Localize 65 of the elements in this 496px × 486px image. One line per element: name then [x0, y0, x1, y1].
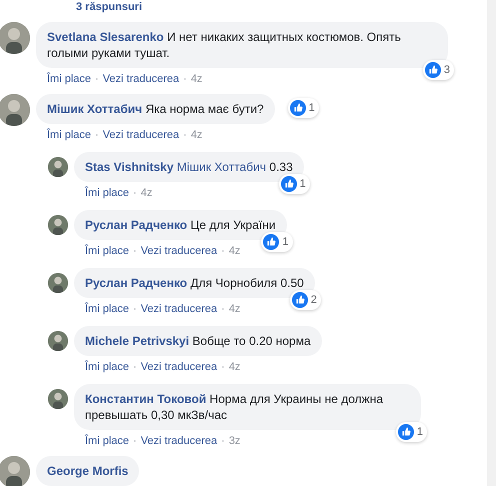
action-link[interactable]: Vezi traducerea: [140, 435, 218, 448]
timestamp: 4z: [190, 73, 202, 86]
action-link[interactable]: Vezi traducerea: [140, 361, 218, 374]
separator: ·: [133, 435, 137, 448]
action-link[interactable]: Îmi place: [85, 187, 130, 200]
timestamp: 4z: [228, 245, 240, 258]
reaction-count[interactable]: 1: [278, 174, 310, 194]
reaction-count[interactable]: 2: [290, 290, 321, 310]
comment-text: Мішик Хоттабич Яка норма має бути?: [36, 94, 275, 124]
action-link[interactable]: Îmi place: [85, 303, 130, 316]
avatar[interactable]: [48, 215, 68, 235]
reaction-count[interactable]: 3: [422, 60, 454, 80]
avatar[interactable]: [0, 94, 30, 126]
separator: ·: [221, 361, 225, 374]
separator: ·: [133, 303, 137, 316]
separator: ·: [133, 361, 137, 374]
action-link[interactable]: Vezi traducerea: [140, 303, 218, 316]
thumbs-up-icon: [280, 176, 297, 192]
avatar[interactable]: [48, 389, 68, 409]
action-link[interactable]: Îmi place: [85, 435, 130, 448]
author-link[interactable]: Мішик Хоттабич: [47, 102, 142, 116]
action-link[interactable]: Îmi place: [85, 245, 130, 258]
author-link[interactable]: Svetlana Slesarenko: [47, 30, 164, 44]
separator: ·: [95, 129, 99, 142]
separator: ·: [221, 303, 225, 316]
comment-text: Michele Petrivskyi Вобще то 0.20 норма: [74, 326, 322, 356]
author-link[interactable]: Константин Токовой: [85, 392, 206, 406]
separator: ·: [183, 73, 187, 86]
separator: ·: [133, 187, 137, 200]
thumbs-up-icon: [290, 100, 306, 116]
action-link[interactable]: Îmi place: [85, 361, 130, 374]
action-link[interactable]: Vezi traducerea: [140, 245, 218, 258]
author-link[interactable]: Руслан Радченко: [85, 276, 188, 290]
replies-link[interactable]: 3 răspunsuri: [76, 1, 142, 14]
avatar[interactable]: [48, 273, 68, 293]
action-link[interactable]: Vezi traducerea: [102, 73, 180, 86]
action-link[interactable]: Îmi place: [47, 73, 92, 86]
author-link[interactable]: George Morfis: [47, 464, 128, 478]
avatar[interactable]: [48, 331, 68, 351]
separator: ·: [95, 73, 99, 86]
timestamp: 4z: [140, 187, 152, 200]
separator: ·: [221, 245, 225, 258]
thumbs-up-icon: [424, 62, 441, 78]
reaction-count[interactable]: 1: [288, 98, 319, 118]
reaction-count[interactable]: 1: [396, 422, 427, 442]
separator: ·: [221, 435, 225, 448]
timestamp: 3z: [228, 435, 240, 448]
author-link[interactable]: Michele Petrivskyi: [85, 334, 190, 348]
action-link[interactable]: Îmi place: [47, 129, 92, 142]
author-link[interactable]: Руслан Радченко: [85, 218, 188, 232]
separator: ·: [133, 245, 137, 258]
separator: ·: [183, 129, 187, 142]
reaction-count[interactable]: 1: [261, 232, 293, 252]
timestamp: 4z: [190, 129, 202, 142]
timestamp: 4z: [228, 361, 240, 374]
avatar[interactable]: [0, 456, 30, 486]
thumbs-up-icon: [292, 292, 308, 308]
avatar[interactable]: [48, 157, 68, 177]
timestamp: 4z: [228, 303, 240, 316]
avatar[interactable]: [0, 22, 30, 54]
thumbs-up-icon: [263, 234, 280, 250]
author-link[interactable]: Stas Vishnitsky: [85, 160, 174, 174]
action-link[interactable]: Vezi traducerea: [102, 129, 180, 142]
mention-link[interactable]: Мішик Хоттабич: [176, 160, 266, 174]
thumbs-up-icon: [398, 424, 414, 440]
